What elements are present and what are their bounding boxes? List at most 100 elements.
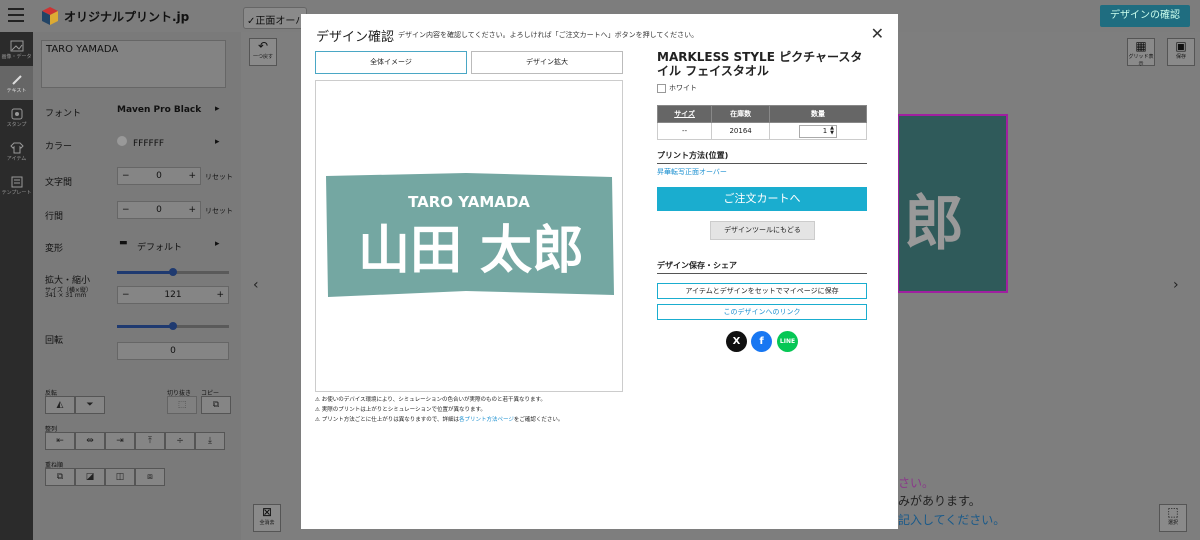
delete-all-button[interactable]: ⊠ 全消去 (253, 504, 281, 532)
rail-item-template[interactable]: テンプレート (0, 168, 33, 202)
image-icon (10, 40, 23, 51)
letter-spacing-stepper[interactable]: − 0 + (117, 167, 201, 185)
save-icon: ▣ (1175, 39, 1187, 53)
align-center-h-button[interactable]: ⇹ (75, 432, 105, 450)
crop-button[interactable]: ⬚ (167, 396, 197, 414)
save-to-mypage-button[interactable]: アイテムとデザインをセットでマイページに保存 (657, 283, 867, 299)
plus-icon[interactable]: + (216, 290, 224, 300)
rail-item-image[interactable]: 画像・データ (0, 32, 33, 66)
next-arrow-icon[interactable]: › (1173, 277, 1179, 293)
tool-rail: 画像・データ テキスト スタンプ アイテム テンプレート (0, 32, 33, 540)
select-button[interactable]: ⬚ 選択 (1159, 504, 1187, 532)
print-position-chip[interactable]: ✓正面オーバ (243, 7, 307, 29)
table-header: 在庫数 (711, 105, 771, 123)
canvas-note-1: さい。 (898, 476, 935, 490)
rail-item-stamp[interactable]: スタンプ (0, 100, 33, 134)
print-method-page-link[interactable]: 各プリント方法ページ (459, 417, 514, 423)
prev-arrow-icon[interactable]: ‹ (253, 277, 259, 293)
modal-title: デザイン確認 (316, 30, 395, 45)
close-icon[interactable]: ✕ (871, 24, 884, 43)
bring-forward-button[interactable]: ◪ (75, 468, 105, 486)
undo-button[interactable]: ↶ 一つ戻す (249, 38, 277, 66)
align-right-button[interactable]: ⇥ (105, 432, 135, 450)
letter-spacing-reset[interactable]: リセット (205, 172, 233, 182)
quantity-stepper[interactable]: 1 ▲ ▼ (799, 124, 838, 138)
delete-icon: ⊠ (261, 505, 273, 519)
flip-horizontal-button[interactable]: ◭ (45, 396, 75, 414)
towel-preview-image: TARO YAMADA 山田 太郎 (326, 173, 614, 297)
font-value[interactable]: Maven Pro Black (117, 105, 201, 115)
scale-stepper[interactable]: − 121 + (117, 286, 229, 304)
pencil-icon (11, 74, 22, 85)
spin-icon[interactable]: ▲ ▼ (830, 126, 834, 136)
align-left-button[interactable]: ⇤ (45, 432, 75, 450)
align-buttons: ⇤ ⇹ ⇥ ⤒ ÷ ⤓ (45, 432, 225, 450)
rail-item-text[interactable]: テキスト (0, 66, 33, 100)
chevron-right-icon[interactable]: ▸ (215, 104, 220, 114)
chevron-right-icon[interactable]: ▸ (215, 137, 220, 147)
scale-slider-fill (117, 271, 173, 274)
rotate-slider-knob[interactable] (169, 322, 177, 330)
chevron-right-icon[interactable]: ▸ (215, 239, 220, 249)
color-option[interactable]: ホワイト (657, 83, 697, 93)
tab-design-zoom[interactable]: デザイン拡大 (471, 51, 623, 74)
flip-vertical-button[interactable]: ⏷ (75, 396, 105, 414)
align-bottom-button[interactable]: ⤓ (195, 432, 225, 450)
send-backward-button[interactable]: ◫ (105, 468, 135, 486)
minus-icon[interactable]: − (122, 205, 130, 215)
canvas-kanji: 郎 (904, 189, 964, 259)
save-button[interactable]: ▣ 保存 (1167, 38, 1195, 66)
align-center-v-button[interactable]: ÷ (165, 432, 195, 450)
order-cart-button[interactable]: ご注文カートへ (657, 187, 867, 211)
stock-table: サイズ 在庫数 数量 -- 20164 1 ▲ ▼ (656, 105, 867, 140)
design-confirm-button[interactable]: デザインの確認 (1100, 5, 1190, 27)
design-confirm-modal: デザイン確認 デザイン内容を確認してください。よろしければ「ご注文カートへ」ボタ… (301, 14, 898, 529)
back-to-tool-button[interactable]: デザインツールにもどる (710, 221, 815, 240)
flip-buttons: ◭ ⏷ (45, 396, 105, 414)
print-method-link[interactable]: 昇華転写正面オーバー (657, 167, 727, 177)
align-top-button[interactable]: ⤒ (135, 432, 165, 450)
note-row: ⚠ プリント方法ごとに仕上がりは異なりますので、詳細は各プリント方法ページをご確… (315, 417, 564, 423)
print-method-heading: プリント方法(位置) (657, 150, 867, 164)
save-share-heading: デザイン保存・シェア (657, 260, 867, 274)
color-swatch[interactable] (117, 136, 127, 146)
copy-button[interactable]: ⧉ (201, 396, 231, 414)
transform-label: 変形 (45, 244, 64, 254)
rail-item-item[interactable]: アイテム (0, 134, 33, 168)
rotate-input[interactable]: 0 (117, 342, 229, 360)
table-header[interactable]: サイズ (656, 105, 713, 123)
logo[interactable]: オリジナルプリント.jp (40, 6, 189, 26)
design-link-button[interactable]: このデザインへのリンク (657, 304, 867, 320)
line-height-label: 行間 (45, 212, 64, 222)
text-settings-panel: TARO YAMADA フォント Maven Pro Black ▸ カラー F… (33, 32, 241, 540)
checkbox[interactable] (657, 83, 666, 93)
preview-kanji-text: 山田 太郎 (358, 221, 584, 281)
facebook-share-icon[interactable]: f (751, 331, 772, 352)
plus-icon[interactable]: + (188, 205, 196, 215)
preview-notes: ⚠ お使いのデバイス環境により、シミュレーションの色合いが実際のものと若干異なり… (315, 395, 563, 425)
rotate-slider[interactable] (117, 322, 229, 330)
stamp-icon (11, 108, 22, 119)
line-height-stepper[interactable]: − 0 + (117, 201, 201, 219)
menu-icon[interactable] (8, 8, 24, 22)
scale-slider[interactable] (117, 268, 229, 276)
line-share-icon[interactable]: LINE (777, 331, 798, 352)
line-height-reset[interactable]: リセット (205, 206, 233, 216)
grid-button[interactable]: ▦ グリッド表示 (1127, 38, 1155, 67)
text-content-input[interactable]: TARO YAMADA (41, 40, 226, 88)
logo-cube-icon (42, 7, 58, 25)
rotate-label: 回転 (45, 336, 64, 346)
table-header: 数量 (769, 105, 867, 123)
bring-front-button[interactable]: ⧉ (45, 468, 75, 486)
send-back-button[interactable]: ⧈ (135, 468, 165, 486)
x-share-icon[interactable]: X (726, 331, 747, 352)
select-icon: ⬚ (1167, 505, 1179, 519)
plus-icon[interactable]: + (188, 171, 196, 181)
transform-value[interactable]: デフォルト (137, 240, 182, 253)
minus-icon[interactable]: − (122, 290, 130, 300)
preview-name-text: TARO YAMADA (408, 193, 530, 211)
transform-dash-icon: ▬ (119, 238, 128, 248)
tab-full-image[interactable]: 全体イメージ (315, 51, 467, 74)
minus-icon[interactable]: − (122, 171, 130, 181)
scale-slider-knob[interactable] (169, 268, 177, 276)
